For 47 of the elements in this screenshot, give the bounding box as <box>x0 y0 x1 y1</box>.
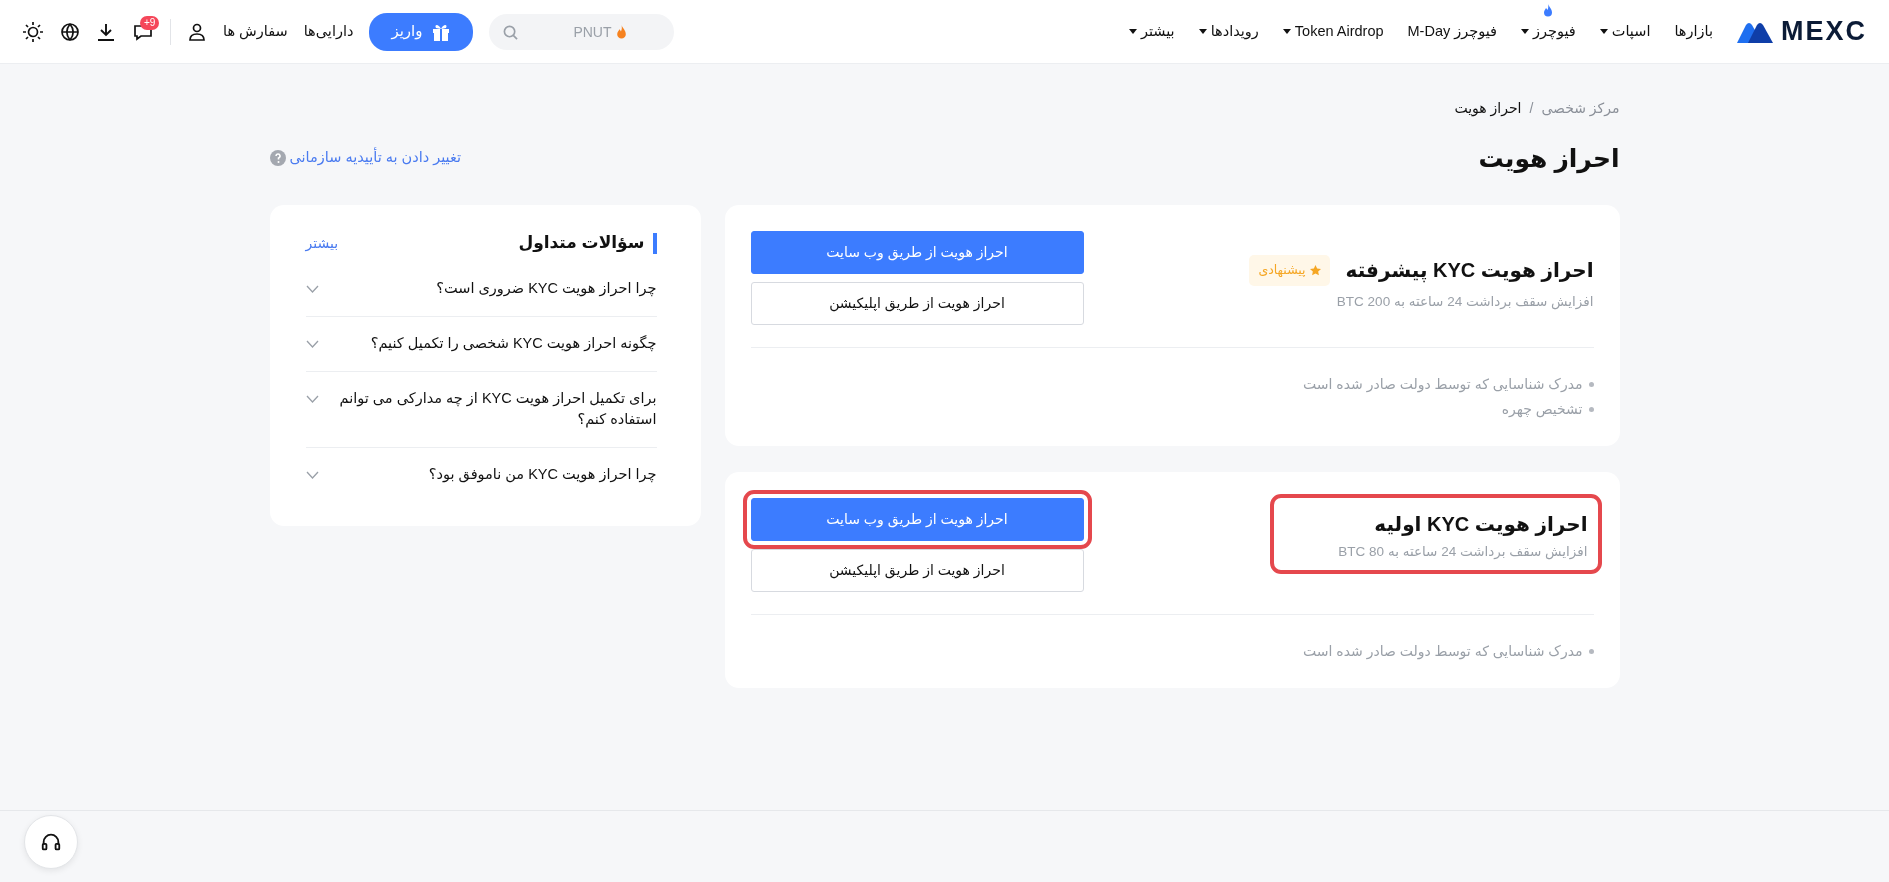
bullet-icon <box>1588 382 1594 387</box>
faq-item[interactable]: چرا احراز هویت KYC من ناموفق بود؟ <box>305 448 657 502</box>
help-icon <box>269 150 286 166</box>
level-description: افزایش سقف برداشت 24 ساعته به 80 BTC <box>1338 543 1588 562</box>
bullet-icon <box>1588 407 1594 412</box>
app-verify-button[interactable]: احراز هویت از طریق اپلیکیشن <box>750 549 1084 592</box>
globe-icon[interactable] <box>60 21 80 42</box>
search-icon <box>502 24 518 40</box>
app-verify-button[interactable]: احراز هویت از طریق اپلیکیشن <box>750 282 1084 325</box>
headset-icon <box>40 831 62 853</box>
orders-link[interactable]: سفارش ها <box>223 20 288 43</box>
sun-icon[interactable] <box>22 20 44 43</box>
assets-link[interactable]: دارایی‌ها <box>303 20 354 43</box>
menu-link[interactable]: رویدادها <box>1198 1 1259 62</box>
menu-link[interactable]: فیوچرز <box>1521 1 1576 62</box>
menu-link[interactable]: Token Airdrop <box>1282 1 1384 62</box>
logo[interactable]: MEXC <box>1737 11 1867 52</box>
deposit-button[interactable]: واریز <box>369 12 473 51</box>
requirement-item: تشخیص چهره <box>1501 400 1583 420</box>
flame-icon <box>1543 3 1554 17</box>
faq-item[interactable]: چرا احراز هویت KYC ضروری است؟ <box>305 262 657 317</box>
flame-icon <box>615 24 627 39</box>
level-title: احراز هویت KYC پیشرفته <box>1345 258 1594 283</box>
level-description: افزایش سقف برداشت 24 ساعته به 200 BTC <box>1335 292 1594 312</box>
bullet-icon <box>1588 649 1594 654</box>
notification-badge: +9 <box>140 15 160 30</box>
menu-link[interactable]: بیشتر <box>1128 1 1175 62</box>
faq-item[interactable]: چگونه احراز هویت KYC شخصی را تکمیل کنیم؟ <box>305 316 657 372</box>
level-title: احراز هویت KYC اولیه <box>1374 512 1588 536</box>
page-title: احراز هویت <box>1478 143 1620 173</box>
faq-title: سؤالات متداول <box>518 233 657 254</box>
support-button[interactable] <box>24 815 78 869</box>
download-icon[interactable] <box>96 21 116 42</box>
requirement-item: مدرک شناسایی که توسط دولت صادر شده است <box>1303 642 1583 662</box>
faq-item[interactable]: برای تکمیل احراز هویت KYC از چه مدارکی می توانم استفاده کنم؟ <box>305 371 657 448</box>
more-link[interactable]: بیشتر <box>305 233 339 254</box>
requirement-item: مدرک شناسایی که توسط دولت صادر شده است <box>1303 375 1583 395</box>
menu-link[interactable]: اسپات <box>1599 1 1651 62</box>
search-field[interactable]: PNUT <box>488 13 674 50</box>
website-verify-button[interactable]: احراز هویت از طریق وب سایت <box>750 231 1084 274</box>
breadcrumb-link[interactable]: احراز هویت <box>1454 98 1522 119</box>
breadcrumb-separator: / <box>1529 99 1534 118</box>
menu-link[interactable]: بازارها <box>1674 1 1713 62</box>
recommended-badge: پیشنهادی <box>1249 255 1330 286</box>
menu-link[interactable]: فیوچرز M-Day <box>1407 1 1498 62</box>
enterprise-link[interactable]: تغییر دادن به تأییدیه سازمانی <box>269 147 461 169</box>
user-icon[interactable] <box>187 21 207 42</box>
